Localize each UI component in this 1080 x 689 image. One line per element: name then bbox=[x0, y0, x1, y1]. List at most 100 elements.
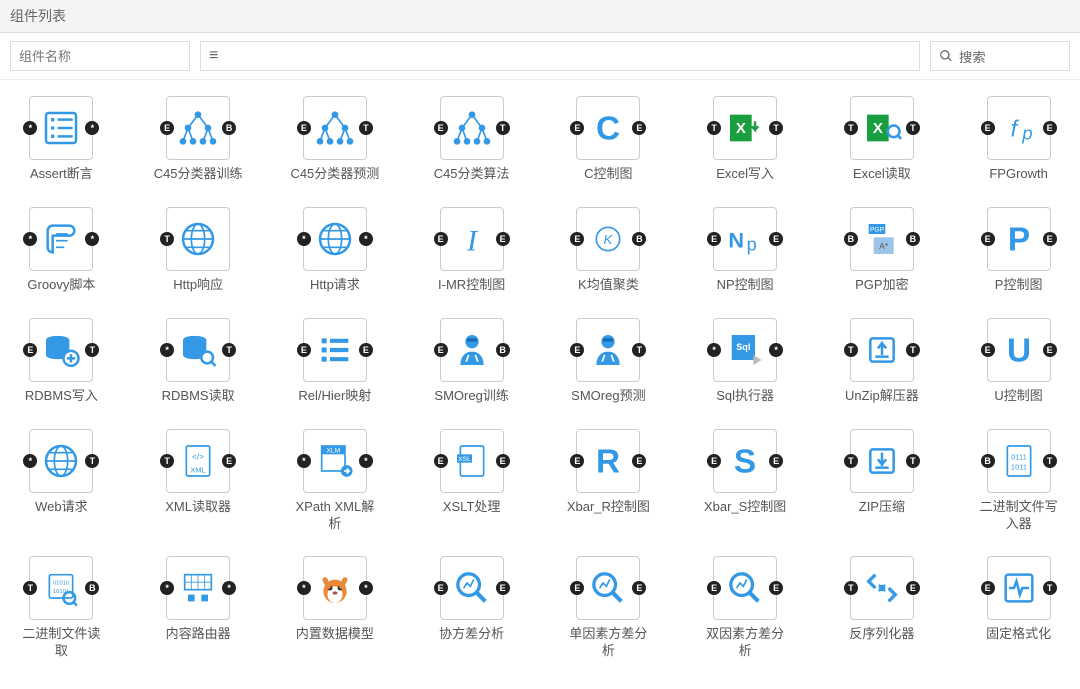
component-item[interactable]: *TWeb请求 bbox=[10, 429, 113, 533]
component-label: SMOreg预测 bbox=[571, 388, 645, 405]
port-badge-left: E bbox=[981, 121, 995, 135]
component-item[interactable]: 01111011BT二进制文件写入器 bbox=[967, 429, 1070, 533]
component-label: RDBMS读取 bbox=[162, 388, 235, 405]
component-label: Groovy脚本 bbox=[27, 277, 95, 294]
component-label: Sql执行器 bbox=[716, 388, 774, 405]
component-item[interactable]: TTZIP压缩 bbox=[831, 429, 934, 533]
component-item[interactable]: EBC45分类器训练 bbox=[147, 96, 250, 183]
port-badge-left: E bbox=[297, 121, 311, 135]
name-input[interactable] bbox=[10, 41, 190, 71]
xlm-icon: XLM** bbox=[303, 429, 367, 493]
component-label: C45分类器训练 bbox=[154, 166, 243, 183]
port-badge-left: E bbox=[434, 121, 448, 135]
component-item[interactable]: XLM** XPath XML解析 bbox=[284, 429, 387, 533]
port-badge-right: * bbox=[359, 232, 373, 246]
zip-icon: TT bbox=[850, 429, 914, 493]
search-bar: 搜索 bbox=[0, 33, 1080, 80]
component-item[interactable]: ETC45分类器预测 bbox=[284, 96, 387, 183]
svg-text:C: C bbox=[596, 111, 620, 148]
component-item[interactable]: ETRDBMS写入 bbox=[10, 318, 113, 405]
port-badge-right: E bbox=[1043, 343, 1057, 357]
component-item[interactable]: XSLEEXSLT处理 bbox=[420, 429, 523, 533]
svg-text:XSL: XSL bbox=[458, 456, 471, 463]
excel-out-icon: XTT bbox=[850, 96, 914, 160]
component-label: XPath XML解析 bbox=[290, 499, 380, 533]
search-icon bbox=[939, 49, 953, 63]
component-item[interactable]: EBSMOreg训练 bbox=[420, 318, 523, 405]
component-item[interactable]: fpEEFPGrowth bbox=[967, 96, 1070, 183]
component-item[interactable]: **内容路由器 bbox=[147, 556, 250, 660]
component-label: Rel/Hier映射 bbox=[298, 388, 371, 405]
component-item[interactable]: **Assert断言 bbox=[10, 96, 113, 183]
component-item[interactable]: EE单因素方差分析 bbox=[557, 556, 660, 660]
component-item[interactable]: PGPA*BB PGP加密 bbox=[831, 207, 934, 294]
component-item[interactable]: ETC45分类算法 bbox=[420, 96, 523, 183]
component-label: P控制图 bbox=[995, 277, 1043, 294]
component-label: Xbar_S控制图 bbox=[704, 499, 786, 516]
svg-text:01010: 01010 bbox=[53, 581, 70, 587]
component-item[interactable]: THttp响应 bbox=[147, 207, 250, 294]
port-badge-left: * bbox=[23, 232, 37, 246]
svg-text:R: R bbox=[596, 443, 620, 480]
svg-text:N: N bbox=[728, 227, 744, 252]
port-badge-left: E bbox=[570, 454, 584, 468]
svg-text:0111: 0111 bbox=[1011, 452, 1027, 461]
component-label: 双因素方差分析 bbox=[700, 626, 790, 660]
port-badge-right: T bbox=[769, 121, 783, 135]
excel-in-icon: XTT bbox=[713, 96, 777, 160]
component-item[interactable]: SEEXbar_S控制图 bbox=[694, 429, 797, 533]
svg-text:X: X bbox=[873, 120, 883, 137]
component-item[interactable]: TTUnZip解压器 bbox=[831, 318, 934, 405]
component-item[interactable]: NpEENP控制图 bbox=[694, 207, 797, 294]
port-badge-left: T bbox=[844, 343, 858, 357]
search-button[interactable]: 搜索 bbox=[930, 41, 1070, 71]
component-item[interactable]: **Groovy脚本 bbox=[10, 207, 113, 294]
wave-icon: ET bbox=[987, 556, 1051, 620]
port-badge-right: E bbox=[496, 232, 510, 246]
port-badge-right: T bbox=[906, 121, 920, 135]
component-item[interactable]: IEEI-MR控制图 bbox=[420, 207, 523, 294]
component-item[interactable]: *TRDBMS读取 bbox=[147, 318, 250, 405]
port-badge-left: * bbox=[23, 121, 37, 135]
component-label: K均值聚类 bbox=[578, 277, 639, 294]
component-item[interactable]: KEB K均值聚类 bbox=[557, 207, 660, 294]
component-label: SMOreg训练 bbox=[434, 388, 508, 405]
svg-text:</>: </> bbox=[192, 451, 204, 461]
component-label: C控制图 bbox=[584, 166, 632, 183]
k-icon: KEB bbox=[576, 207, 640, 271]
svg-text:1011: 1011 bbox=[1011, 462, 1027, 471]
component-item[interactable]: UEEU控制图 bbox=[967, 318, 1070, 405]
port-badge-right: B bbox=[632, 232, 646, 246]
pgp-icon: PGPA*BB bbox=[850, 207, 914, 271]
component-item[interactable]: REEXbar_R控制图 bbox=[557, 429, 660, 533]
search-label: 搜索 bbox=[959, 47, 986, 66]
component-item[interactable]: EERel/Hier映射 bbox=[284, 318, 387, 405]
component-item[interactable]: 0101010101TB二进制文件读取 bbox=[10, 556, 113, 660]
component-item[interactable]: EE协方差分析 bbox=[420, 556, 523, 660]
port-badge-right: * bbox=[222, 581, 236, 595]
component-item[interactable]: ETSMOreg预测 bbox=[557, 318, 660, 405]
component-item[interactable]: **Http请求 bbox=[284, 207, 387, 294]
component-item[interactable]: XTT Excel写入 bbox=[694, 96, 797, 183]
globe-icon: T bbox=[166, 207, 230, 271]
component-item[interactable]: Sql**Sql执行器 bbox=[694, 318, 797, 405]
component-label: Excel写入 bbox=[716, 166, 774, 183]
component-item[interactable]: PEEP控制图 bbox=[967, 207, 1070, 294]
component-item[interactable]: ET固定格式化 bbox=[967, 556, 1070, 660]
port-badge-left: B bbox=[844, 232, 858, 246]
component-item[interactable]: XTTExcel读取 bbox=[831, 96, 934, 183]
component-label: PGP加密 bbox=[855, 277, 908, 294]
xsl-icon: XSLEE bbox=[440, 429, 504, 493]
port-badge-right: T bbox=[496, 121, 510, 135]
component-item[interactable]: EE双因素方差分析 bbox=[694, 556, 797, 660]
component-item[interactable]: </>XMLTEXML读取器 bbox=[147, 429, 250, 533]
component-item[interactable]: TE反序列化器 bbox=[831, 556, 934, 660]
port-badge-left: E bbox=[570, 121, 584, 135]
component-item[interactable]: CEEC控制图 bbox=[557, 96, 660, 183]
component-label: 内置数据模型 bbox=[296, 626, 374, 643]
component-item[interactable]: **内置数据模型 bbox=[284, 556, 387, 660]
category-dropdown[interactable] bbox=[200, 41, 920, 71]
component-label: 单因素方差分析 bbox=[563, 626, 653, 660]
port-badge-right: E bbox=[496, 581, 510, 595]
svg-text:p: p bbox=[747, 234, 757, 255]
